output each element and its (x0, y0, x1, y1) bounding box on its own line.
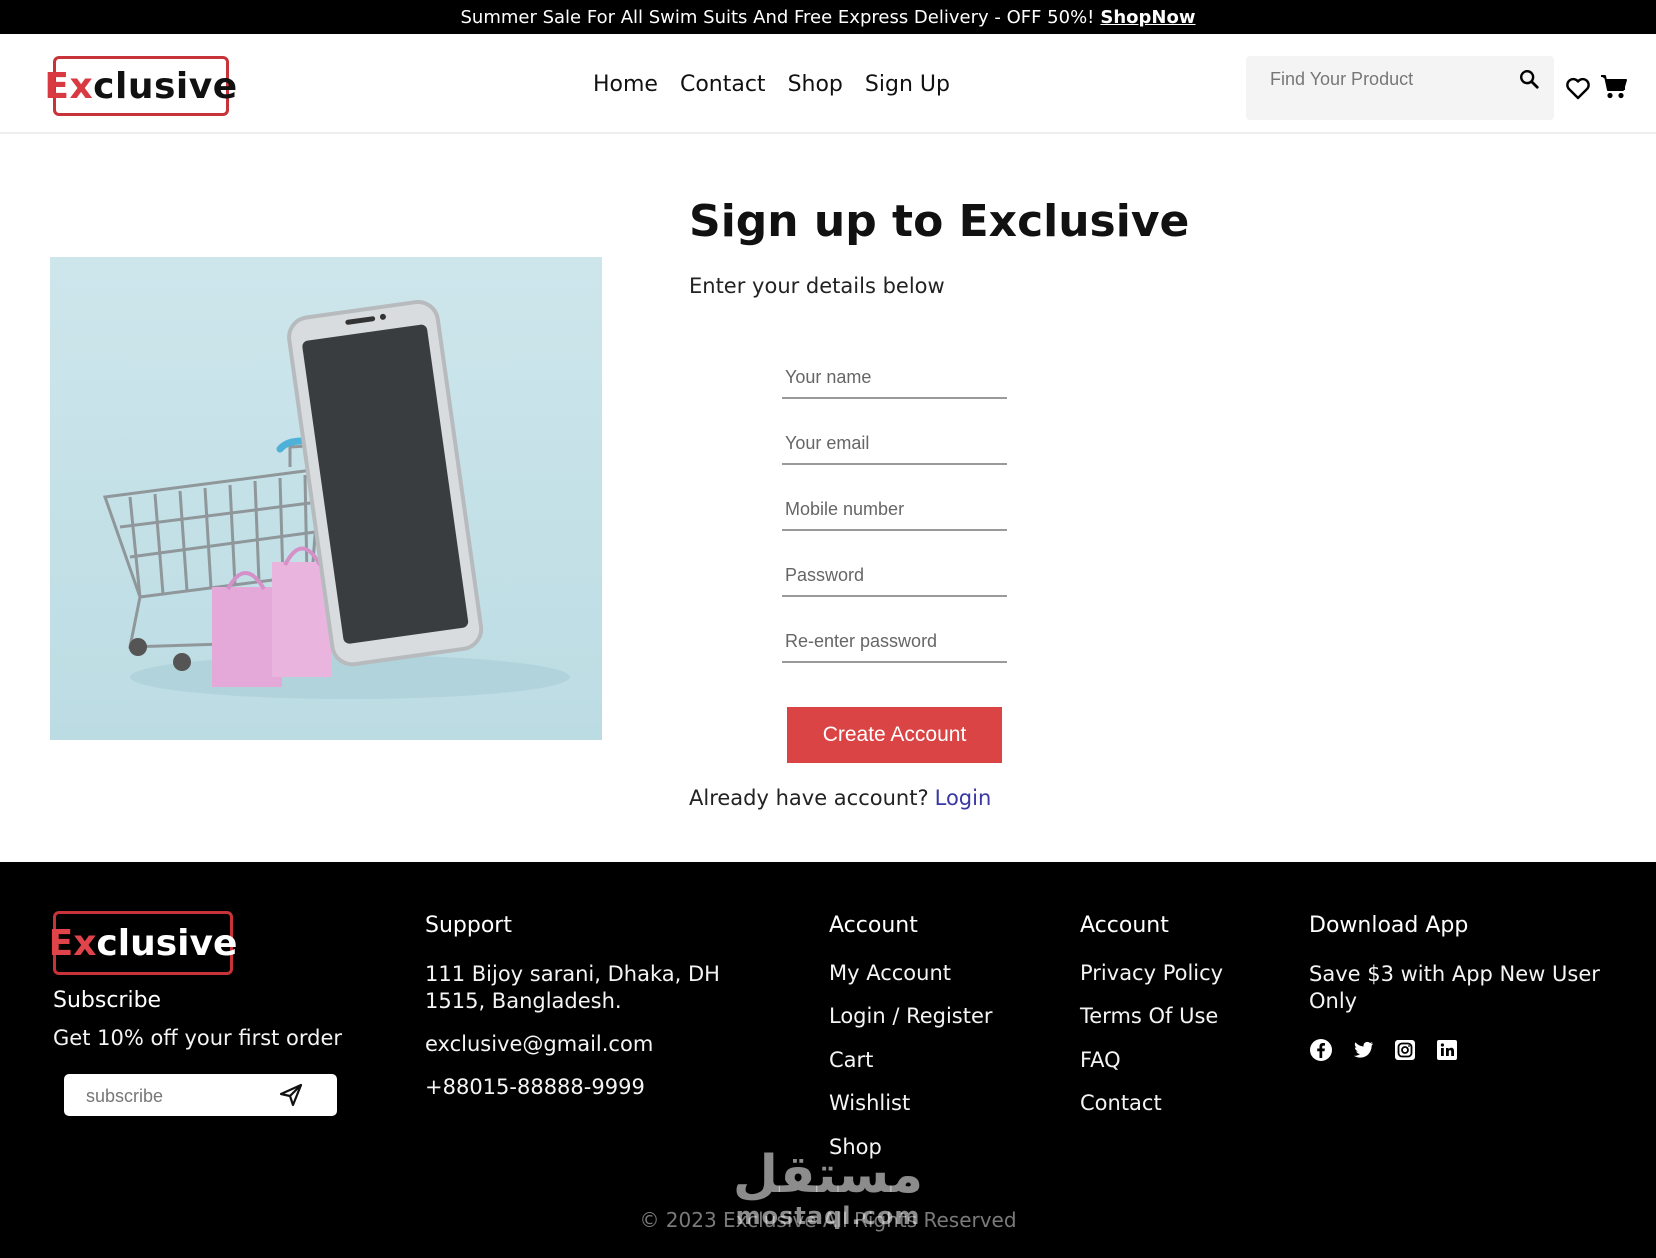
password-input[interactable] (782, 555, 1007, 595)
footer-logo-accent: Ex (48, 922, 97, 964)
support-address-line2: 1515, Bangladesh. (425, 989, 622, 1013)
logo-accent: Ex (44, 65, 94, 107)
twitter-icon[interactable] (1351, 1038, 1375, 1062)
banner-text: Summer Sale For All Swim Suits And Free … (460, 6, 1095, 28)
already-text: Already have account? (689, 786, 929, 810)
shop-now-link[interactable]: ShopNow (1100, 7, 1195, 28)
nav-contact[interactable]: Contact (680, 72, 766, 97)
subscribe-input[interactable] (84, 1083, 268, 1109)
header: Ex clusive Home Contact Shop Sign Up (0, 34, 1656, 134)
hero-image (50, 257, 602, 740)
signup-title: Sign up to Exclusive (689, 196, 1190, 247)
account-heading-2: Account (1080, 913, 1169, 938)
footer: Ex clusive Subscribe Get 10% off your fir… (0, 862, 1656, 1258)
email-field (782, 423, 1007, 465)
top-banner: Summer Sale For All Swim Suits And Free … (0, 0, 1656, 34)
reenter-password-field (782, 621, 1007, 663)
watermark-arabic: مستقل (732, 1145, 924, 1205)
instagram-icon[interactable] (1393, 1038, 1417, 1062)
login-link[interactable]: Login (935, 786, 992, 810)
name-input[interactable] (782, 357, 1007, 397)
cart-icon[interactable] (1600, 74, 1628, 100)
search-box (1246, 56, 1554, 120)
support-email[interactable]: exclusive@gmail.com (425, 1032, 653, 1056)
footer-link-privacy-policy[interactable]: Privacy Policy (1080, 961, 1223, 985)
subscribe-text: Get 10% off your first order (53, 1026, 343, 1050)
subscribe-box (64, 1074, 337, 1116)
footer-link-wishlist[interactable]: Wishlist (829, 1091, 910, 1115)
mobile-input[interactable] (782, 489, 1007, 529)
footer-logo[interactable]: Ex clusive (49, 911, 237, 975)
linkedin-icon[interactable] (1435, 1038, 1459, 1062)
site-logo[interactable]: Ex clusive (44, 56, 237, 116)
reenter-password-input[interactable] (782, 621, 1007, 661)
subscribe-heading: Subscribe (53, 988, 162, 1013)
search-icon[interactable] (1518, 68, 1540, 90)
facebook-icon[interactable] (1309, 1038, 1333, 1062)
account-heading: Account (829, 913, 918, 938)
download-heading: Download App (1309, 913, 1469, 938)
heart-icon[interactable] (1565, 77, 1591, 101)
cart-phone-illustration (50, 257, 602, 740)
search-input[interactable] (1268, 66, 1512, 92)
nav-shop[interactable]: Shop (788, 72, 843, 97)
support-address-line1: 111 Bijoy sarani, Dhaka, DH (425, 962, 720, 986)
download-text-line1: Save $3 with App New User (1309, 962, 1600, 986)
create-account-button[interactable]: Create Account (787, 707, 1002, 763)
password-field (782, 555, 1007, 597)
nav-sign-up[interactable]: Sign Up (865, 72, 950, 97)
signup-subtitle: Enter your details below (689, 274, 945, 298)
footer-link-terms[interactable]: Terms Of Use (1080, 1004, 1218, 1028)
footer-link-login-register[interactable]: Login / Register (829, 1004, 993, 1028)
logo-rest: clusive (93, 65, 238, 107)
main-nav: Home Contact Shop Sign Up (593, 72, 950, 97)
mostaql-watermark: مستقل mostaql.com (728, 1148, 928, 1230)
footer-link-contact[interactable]: Contact (1080, 1091, 1162, 1115)
support-phone[interactable]: +88015-88888-9999 (425, 1075, 645, 1099)
already-have-account: Already have account? Login (689, 786, 991, 810)
footer-link-my-account[interactable]: My Account (829, 961, 951, 985)
footer-logo-rest: clusive (96, 922, 238, 964)
email-input[interactable] (782, 423, 1007, 463)
send-icon[interactable] (278, 1082, 304, 1108)
footer-link-cart[interactable]: Cart (829, 1048, 873, 1072)
support-heading: Support (425, 913, 512, 938)
nav-home[interactable]: Home (593, 72, 658, 97)
watermark-latin: mostaql.com (735, 1202, 921, 1230)
download-text-line2: Only (1309, 989, 1358, 1013)
mobile-field (782, 489, 1007, 531)
name-field (782, 357, 1007, 399)
footer-link-faq[interactable]: FAQ (1080, 1048, 1121, 1072)
